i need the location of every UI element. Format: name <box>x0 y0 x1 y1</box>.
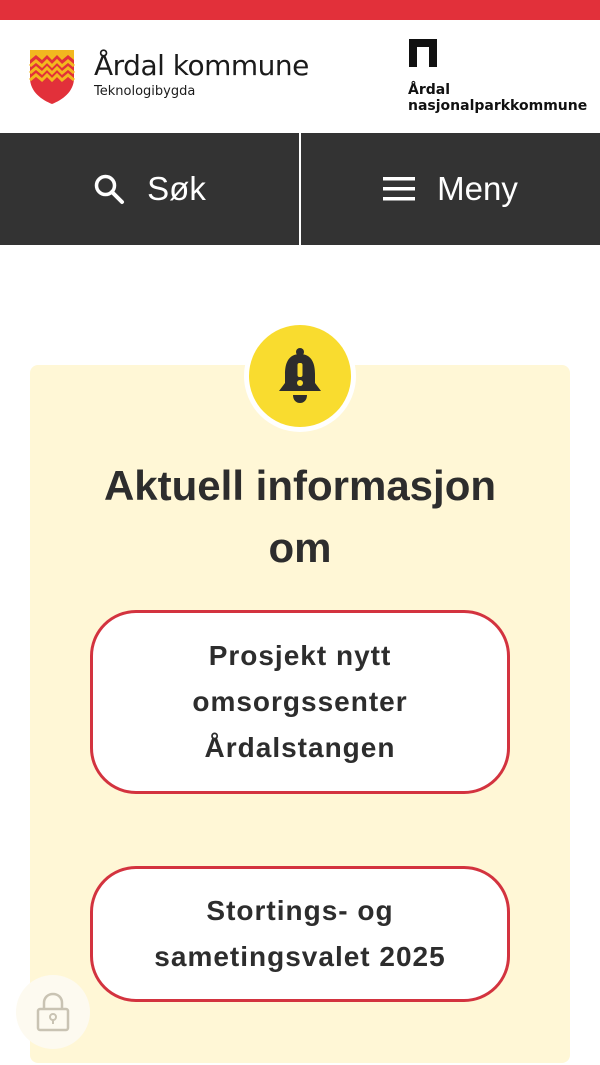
alert-link-omsorgssenter[interactable]: Prosjekt nytt omsorgssenter Årdalstangen <box>90 610 510 794</box>
park-name-line2: nasjonalparkkommune <box>408 98 588 114</box>
alert-title: Aktuell informasjon om <box>103 462 497 571</box>
alert-bell-badge <box>244 320 356 432</box>
municipality-tagline: Teknologibygda <box>94 84 196 99</box>
hamburger-menu-icon <box>383 177 416 201</box>
main-navbar: Søk Meny <box>0 133 600 245</box>
menu-label: Meny <box>437 170 518 207</box>
site-header: Årdal kommune Teknologibygda Årdal nasjo… <box>0 20 600 133</box>
search-label: Søk <box>147 170 206 207</box>
home-logo-link[interactable]: Årdal kommune Teknologibygda <box>28 48 309 106</box>
warning-bell-icon <box>279 348 321 403</box>
lock-icon <box>36 992 70 1032</box>
national-park-link[interactable]: Årdal nasjonalparkkommune <box>408 38 587 114</box>
privacy-lock-button[interactable] <box>16 975 90 1049</box>
menu-button[interactable]: Meny <box>301 133 600 245</box>
crest-icon <box>29 50 75 104</box>
alert-link-valet-2025[interactable]: Stortings- og sametingsvalet 2025 <box>90 866 510 1002</box>
national-park-logo-icon <box>409 39 437 67</box>
top-accent-bar <box>0 0 600 20</box>
park-name-line1: Årdal <box>408 82 451 98</box>
search-button[interactable]: Søk <box>0 133 299 245</box>
search-icon <box>94 174 125 204</box>
municipality-name: Årdal kommune <box>94 49 309 82</box>
